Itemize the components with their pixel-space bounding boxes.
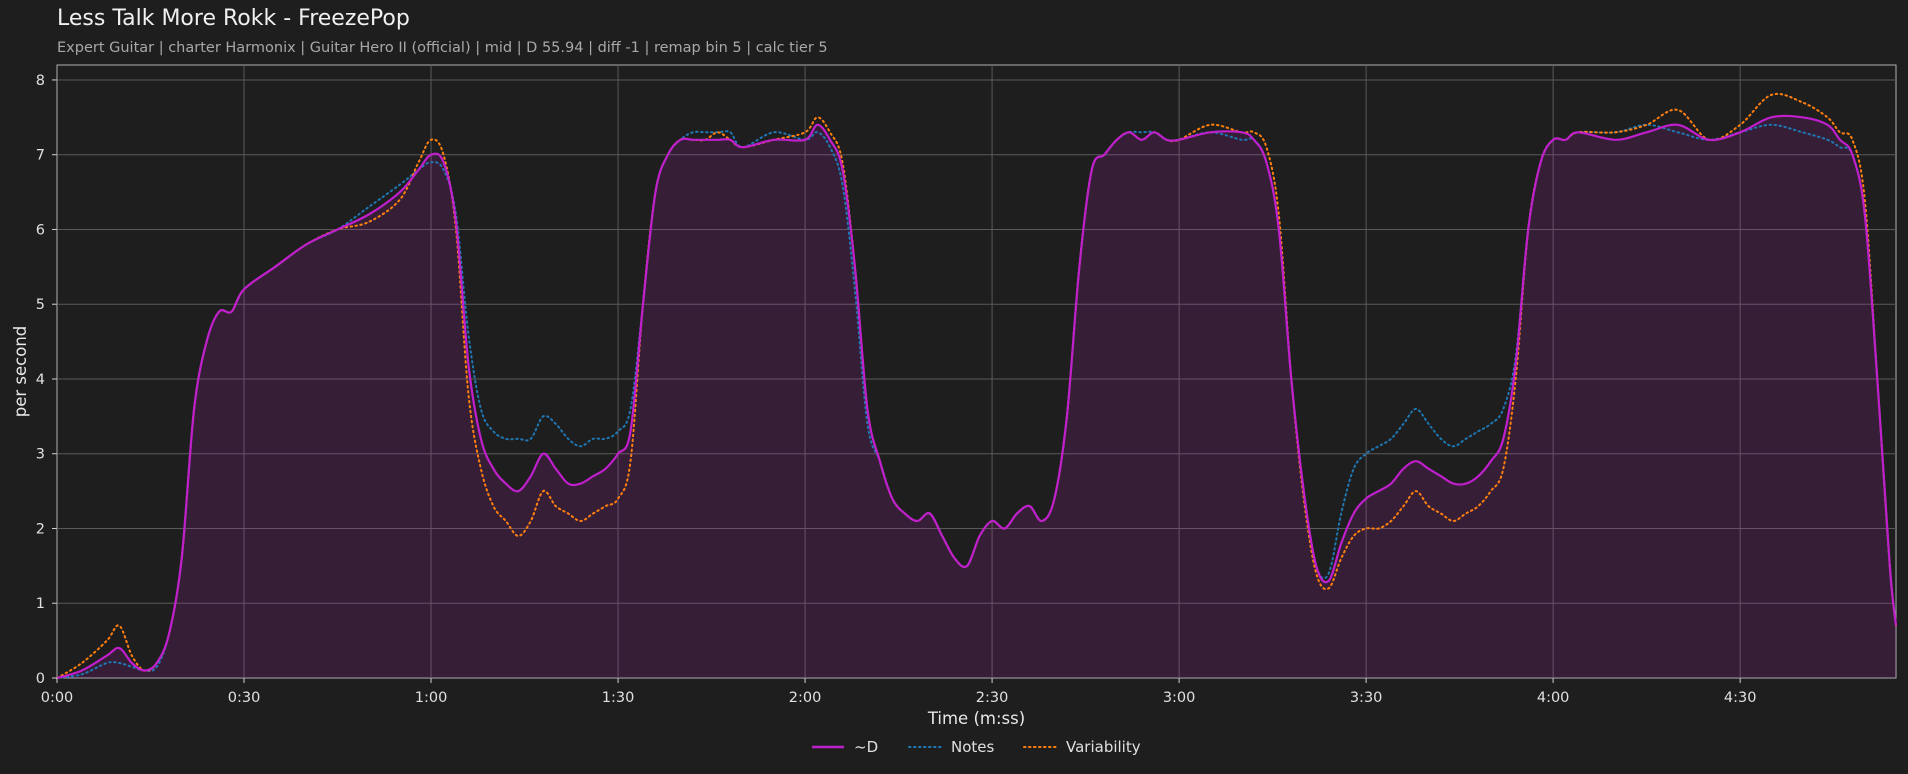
y-tick-label: 1 <box>36 596 45 612</box>
chart-canvas: 0:00 0:30 1:00 1:30 2:00 2:30 3:00 3:30 4:00 4:30… <box>11 64 1898 756</box>
y-tick-label: 6 <box>36 222 45 238</box>
x-tick-label: 1:00 <box>415 690 448 706</box>
y-tick-label: 8 <box>36 73 45 89</box>
y-tick-label: 7 <box>36 148 45 164</box>
legend: ~D Notes Variability <box>812 738 1141 756</box>
x-axis-label: Time (m:ss) <box>927 709 1025 728</box>
x-tick-label: 2:00 <box>789 690 822 706</box>
legend-label: ~D <box>854 738 878 756</box>
x-tick-label: 3:00 <box>1163 690 1196 706</box>
legend-label: Variability <box>1066 738 1141 756</box>
x-tick-label: 1:30 <box>602 690 635 706</box>
y-tick-label: 4 <box>36 372 45 388</box>
x-tick-label: 0:30 <box>228 690 261 706</box>
x-tick-label: 0:00 <box>41 690 74 706</box>
y-tick-label: 0 <box>36 671 45 687</box>
x-tick-label: 4:30 <box>1724 690 1757 706</box>
x-tick-label: 2:30 <box>976 690 1009 706</box>
y-axis: 0 1 2 3 4 5 6 7 8 <box>36 73 57 687</box>
y-tick-label: 2 <box>36 521 45 537</box>
x-tick-label: 3:30 <box>1350 690 1383 706</box>
legend-label: Notes <box>951 738 995 756</box>
y-tick-label: 3 <box>36 447 45 463</box>
x-axis: 0:00 0:30 1:00 1:30 2:00 2:30 3:00 3:30 4:00 4:30 <box>41 678 1757 706</box>
y-tick-label: 5 <box>36 297 45 313</box>
x-tick-label: 4:00 <box>1537 690 1570 706</box>
y-axis-label: per second <box>11 326 30 418</box>
